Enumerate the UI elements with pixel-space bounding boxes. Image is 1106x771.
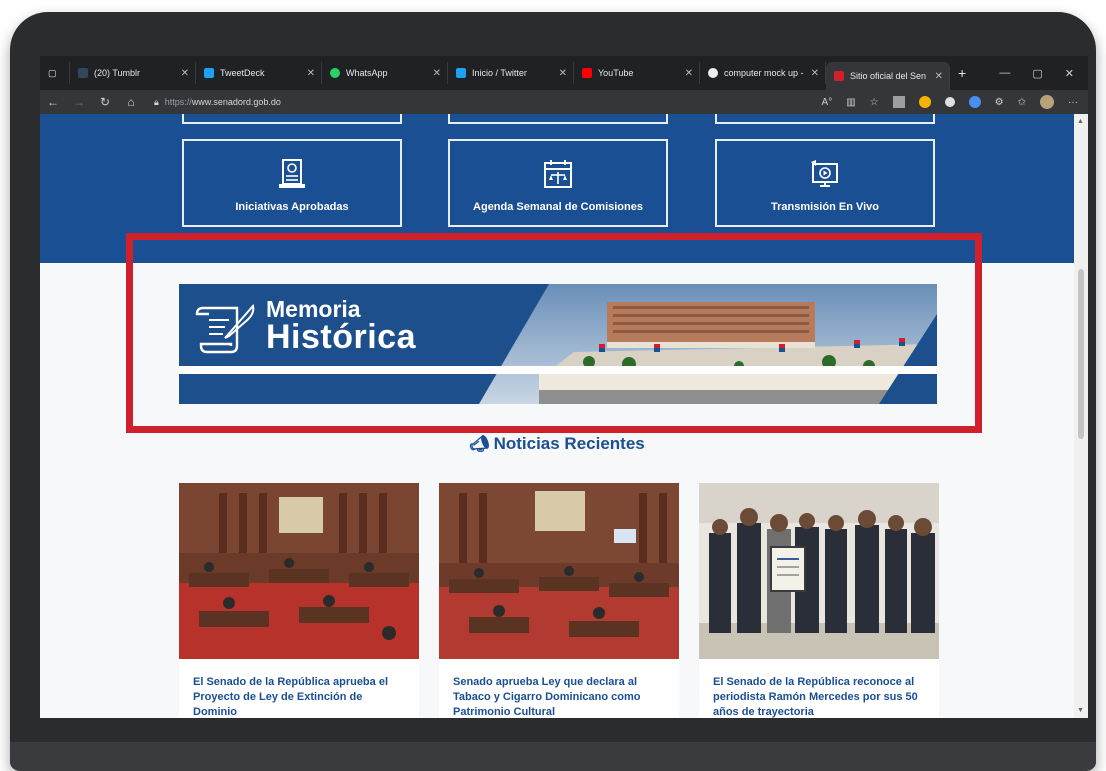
minimize-icon[interactable]: —: [999, 67, 1010, 80]
close-tab-icon[interactable]: ✕: [181, 68, 189, 79]
tab-actions-icon[interactable]: ▢: [40, 62, 70, 84]
news-image-senate-session: [179, 483, 419, 659]
page-viewport: Iniciativas Aprobadas Agenda Semanal de …: [40, 114, 1074, 718]
close-tab-icon[interactable]: ✕: [811, 68, 819, 79]
tab-tweetdeck[interactable]: TweetDeck ✕: [196, 62, 322, 84]
extension-icon[interactable]: [944, 97, 955, 107]
new-tab-button[interactable]: +: [950, 62, 974, 84]
window-controls: — ▢ ✕: [999, 67, 1088, 80]
scroll-up-icon[interactable]: ▲: [1077, 118, 1084, 125]
home-icon[interactable]: ⌂: [118, 95, 144, 109]
url-host: www.senadord.gob.do: [191, 97, 281, 107]
close-tab-icon[interactable]: ✕: [935, 71, 943, 82]
tab-label: Inicio / Twitter: [472, 68, 527, 78]
tab-label: TweetDeck: [220, 68, 265, 78]
extensions-puzzle-icon[interactable]: ⚙: [995, 97, 1004, 108]
laptop-base: [10, 742, 1096, 771]
tile-label: Iniciativas Aprobadas: [235, 201, 349, 213]
tab-computer-mockup[interactable]: computer mock up - ✕: [700, 62, 826, 84]
news-title[interactable]: El Senado de la República aprueba el Pro…: [193, 675, 407, 718]
page-scrollbar[interactable]: ▲ ▼: [1074, 114, 1088, 718]
tab-bar: ▢ (20) Tumblr ✕ TweetDeck ✕ WhatsApp ✕ I…: [40, 56, 1088, 90]
close-tab-icon[interactable]: ✕: [685, 68, 693, 79]
favorite-star-icon[interactable]: ☆: [870, 97, 879, 108]
refresh-icon[interactable]: ↻: [92, 95, 118, 109]
lock-icon: 🔒︎: [154, 96, 159, 107]
scrollbar-thumb[interactable]: [1078, 269, 1084, 439]
tab-senado[interactable]: Sitio oficial del Sen ✕: [826, 62, 950, 90]
tab-tumblr[interactable]: (20) Tumblr ✕: [70, 62, 196, 84]
profile-avatar[interactable]: [1040, 95, 1054, 109]
tab-label: (20) Tumblr: [94, 68, 141, 78]
tile-partial[interactable]: [715, 114, 935, 124]
tab-youtube[interactable]: YouTube ✕: [574, 62, 700, 84]
tweetdeck-icon: [204, 68, 214, 78]
news-card[interactable]: El Senado de la República reconoce al pe…: [699, 483, 939, 718]
favorites-icon[interactable]: ✩: [1018, 97, 1026, 108]
tumblr-icon: [78, 68, 88, 78]
news-title[interactable]: El Senado de la República reconoce al pe…: [713, 675, 927, 718]
twitter-icon: [456, 68, 466, 78]
news-heading-text: Noticias Recientes: [493, 434, 645, 453]
reading-view-icon[interactable]: ▥: [846, 97, 855, 108]
news-card[interactable]: Senado aprueba Ley que declara al Tabaco…: [439, 483, 679, 718]
whatsapp-icon: [330, 68, 340, 78]
senado-icon: [834, 71, 844, 81]
tile-label: Agenda Semanal de Comisiones: [473, 201, 643, 213]
close-tab-icon[interactable]: ✕: [307, 68, 315, 79]
close-tab-icon[interactable]: ✕: [559, 68, 567, 79]
close-tab-icon[interactable]: ✕: [433, 68, 441, 79]
tile-transmision-en-vivo[interactable]: Transmisión En Vivo: [715, 139, 935, 227]
tab-label: Sitio oficial del Sen: [850, 71, 927, 81]
google-icon: [708, 68, 718, 78]
browser-toolbar: A° ▥ ☆ ⚙ ✩ ···: [822, 95, 1088, 109]
news-image-senate-chamber: [439, 483, 679, 659]
megaphone-icon: 📣︎: [469, 436, 490, 453]
youtube-icon: [582, 68, 592, 78]
url-scheme: https://: [164, 97, 192, 107]
tile-partial[interactable]: [448, 114, 668, 124]
address-bar: ← → ↻ ⌂ 🔒︎ https://www.senadord.gob.do A…: [40, 90, 1088, 114]
tile-iniciativas-aprobadas[interactable]: Iniciativas Aprobadas: [182, 139, 402, 227]
live-broadcast-icon: [811, 160, 838, 187]
read-aloud-icon[interactable]: A°: [822, 97, 833, 108]
tab-label: WhatsApp: [346, 68, 388, 78]
tab-label: YouTube: [598, 68, 634, 78]
browser-window: ▢ (20) Tumblr ✕ TweetDeck ✕ WhatsApp ✕ I…: [40, 56, 1088, 718]
calendar-scale-icon: [544, 160, 572, 188]
news-image-recognition-ceremony: [699, 483, 939, 659]
extension-icon[interactable]: [892, 96, 905, 108]
maximize-icon[interactable]: ▢: [1032, 67, 1042, 80]
tile-agenda-semanal[interactable]: Agenda Semanal de Comisiones: [448, 139, 668, 227]
extension-icon[interactable]: [968, 96, 981, 108]
tile-label: Transmisión En Vivo: [771, 201, 879, 213]
scroll-down-icon[interactable]: ▼: [1077, 707, 1084, 714]
news-title[interactable]: Senado aprueba Ley que declara al Tabaco…: [453, 675, 667, 718]
document-approved-icon: [279, 159, 305, 188]
highlight-frame: [126, 233, 982, 433]
close-window-icon[interactable]: ✕: [1065, 67, 1074, 80]
tab-twitter[interactable]: Inicio / Twitter ✕: [448, 62, 574, 84]
news-card[interactable]: El Senado de la República aprueba el Pro…: [179, 483, 419, 718]
url-field[interactable]: 🔒︎ https://www.senadord.gob.do: [154, 97, 281, 108]
tab-label: computer mock up -: [724, 68, 804, 78]
back-icon[interactable]: ←: [40, 95, 66, 109]
tile-partial[interactable]: [182, 114, 402, 124]
more-menu-icon[interactable]: ···: [1068, 97, 1078, 108]
forward-icon[interactable]: →: [66, 95, 92, 109]
news-heading: 📣︎ Noticias Recientes: [40, 434, 1074, 454]
extension-icon[interactable]: [918, 96, 931, 108]
tab-whatsapp[interactable]: WhatsApp ✕: [322, 62, 448, 84]
